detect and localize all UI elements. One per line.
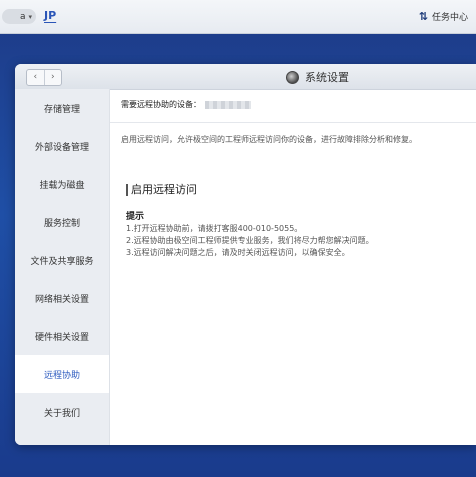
sidebar-item-hardware[interactable]: 硬件相关设置 (15, 317, 109, 355)
sidebar-item-network[interactable]: 网络相关设置 (15, 279, 109, 317)
sidebar-item-service-control[interactable]: 服务控制 (15, 203, 109, 241)
tip-item: 3.远程访问解决问题之后，请及时关闭远程访问，以确保安全。 (126, 248, 350, 257)
task-center-button[interactable]: ⇅ 任务中心 (419, 10, 468, 23)
user-label: a (19, 11, 26, 22)
settings-app-icon (286, 70, 299, 84)
window-titlebar: ‹ › 系统设置 (15, 64, 476, 90)
taskbar: a ▾ JP ⇅ 任务中心 (0, 0, 476, 34)
language-switch[interactable]: JP (44, 9, 56, 22)
sort-arrows-icon: ⇅ (418, 10, 428, 23)
back-button[interactable]: ‹ (27, 70, 45, 85)
tips-list: 1.打开远程协助前，请拨打客服400-010-5055。 2.远程协助由极空间工… (126, 223, 374, 259)
enable-remote-access-toggle[interactable]: 启用远程访问 (126, 184, 197, 196)
sidebar-item-mount-disk[interactable]: 挂载为磁盘 (15, 165, 109, 203)
sidebar-item-about[interactable]: 关于我们 (15, 393, 109, 431)
user-menu[interactable]: a ▾ (2, 9, 36, 24)
sidebar-item-external-devices[interactable]: 外部设备管理 (15, 127, 109, 165)
device-name-redacted (205, 100, 251, 109)
window-title-text: 系统设置 (305, 71, 349, 84)
device-label: 需要远程协助的设备： (121, 100, 201, 109)
window-title: 系统设置 (286, 69, 349, 85)
sidebar-item-file-sharing[interactable]: 文件及共享服务 (15, 241, 109, 279)
tip-item: 2.远程协助由极空间工程师提供专业服务，我们将尽力帮您解决问题。 (126, 236, 374, 245)
device-row: 需要远程协助的设备： (121, 99, 251, 110)
nav-buttons: ‹ › (26, 69, 62, 86)
sidebar-item-storage[interactable]: 存储管理 (15, 89, 109, 127)
forward-button[interactable]: › (45, 70, 62, 85)
description-text: 启用远程访问，允许极空间的工程师远程访问你的设备，进行故障排除分析和修复。 (121, 135, 417, 144)
tips-heading: 提示 (126, 212, 145, 222)
settings-window: ‹ › 系统设置 存储管理 外部设备管理 挂载为磁盘 服务控制 文件及共享服务 … (15, 64, 476, 445)
tip-item: 1.打开远程协助前，请拨打客服400-010-5055。 (126, 224, 303, 233)
divider (110, 122, 476, 123)
chevron-down-icon: ▾ (28, 12, 32, 21)
sidebar-item-remote-assist[interactable]: 远程协助 (15, 355, 109, 393)
settings-sidebar: 存储管理 外部设备管理 挂载为磁盘 服务控制 文件及共享服务 网络相关设置 硬件… (15, 89, 110, 445)
task-center-label: 任务中心 (431, 13, 468, 23)
settings-content: 需要远程协助的设备： 启用远程访问，允许极空间的工程师远程访问你的设备，进行故障… (110, 89, 476, 445)
